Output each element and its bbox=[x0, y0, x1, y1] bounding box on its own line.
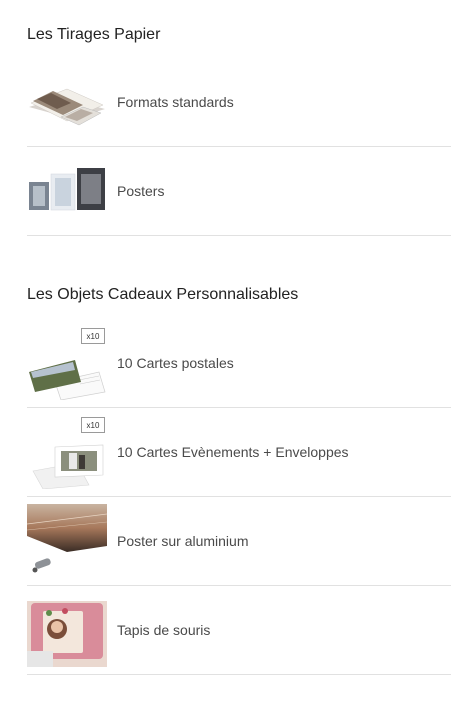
mousepad-icon bbox=[27, 593, 107, 667]
aluminium-poster-icon bbox=[27, 504, 107, 578]
posters-icon bbox=[27, 154, 107, 228]
list-item-standard-formats[interactable]: Formats standards bbox=[27, 58, 451, 147]
list-item-aluminium-poster[interactable]: Poster sur aluminium bbox=[27, 497, 451, 586]
item-label: Formats standards bbox=[117, 94, 234, 110]
event-cards-icon: x10 bbox=[27, 415, 107, 489]
section-title-prints: Les Tirages Papier bbox=[27, 26, 161, 43]
quantity-badge: x10 bbox=[81, 417, 105, 433]
item-label: Posters bbox=[117, 183, 165, 199]
item-label: 10 Cartes Evènements + Enveloppes bbox=[117, 444, 349, 460]
quantity-badge: x10 bbox=[81, 328, 105, 344]
product-menu: Les Tirages Papier Formats standards Pos… bbox=[0, 0, 451, 709]
list-item-posters[interactable]: Posters bbox=[27, 147, 451, 236]
gifts-list: x10 10 Cartes postales x10 10 Cartes Evè… bbox=[27, 319, 451, 675]
prints-list: Formats standards Posters bbox=[27, 58, 451, 236]
list-item-event-cards[interactable]: x10 10 Cartes Evènements + Enveloppes bbox=[27, 408, 451, 497]
photo-prints-icon bbox=[27, 65, 107, 139]
section-title-gifts: Les Objets Cadeaux Personnalisables bbox=[27, 286, 299, 303]
list-item-postcards[interactable]: x10 10 Cartes postales bbox=[27, 319, 451, 408]
list-item-mousepad[interactable]: Tapis de souris bbox=[27, 586, 451, 675]
item-label: Poster sur aluminium bbox=[117, 533, 249, 549]
postcards-icon: x10 bbox=[27, 326, 107, 400]
item-label: Tapis de souris bbox=[117, 622, 211, 638]
item-label: 10 Cartes postales bbox=[117, 355, 234, 371]
